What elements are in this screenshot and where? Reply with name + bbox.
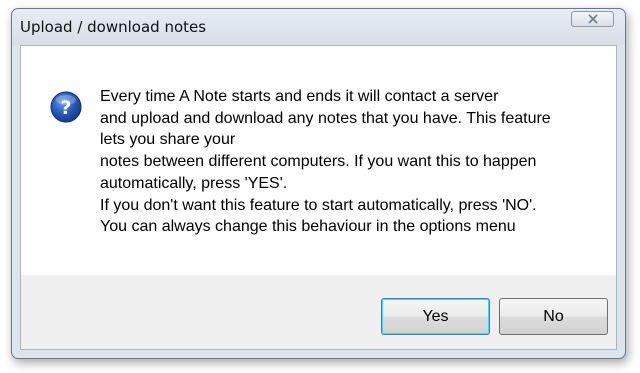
dialog-message: Every time A Note starts and ends it wil… xyxy=(100,86,551,238)
button-bar: Yes No xyxy=(21,275,616,349)
message-line: If you don't want this feature to start … xyxy=(100,196,537,214)
yes-button[interactable]: Yes xyxy=(381,298,490,335)
message-line: lets you share your xyxy=(100,131,236,149)
close-button[interactable] xyxy=(571,11,614,27)
svg-text:?: ? xyxy=(60,97,71,119)
message-line: Every time A Note starts and ends it wil… xyxy=(100,88,499,105)
message-line: You can always change this behaviour in … xyxy=(100,218,516,236)
message-area: ? Every time A Note starts and ends it w… xyxy=(21,46,616,275)
message-line: automatically, press 'YES'. xyxy=(100,174,288,192)
no-button[interactable]: No xyxy=(499,298,608,335)
dialog-title: Upload / download notes xyxy=(20,18,207,36)
message-line: notes between different computers. If yo… xyxy=(100,153,537,171)
message-line: and upload and download any notes that y… xyxy=(100,109,551,127)
dialog-window: Upload / download notes ? Every time A N… xyxy=(11,8,626,359)
close-icon xyxy=(587,14,598,24)
title-bar[interactable]: Upload / download notes xyxy=(12,9,625,45)
question-icon: ? xyxy=(50,91,82,123)
dialog-content: ? Every time A Note starts and ends it w… xyxy=(20,45,617,350)
